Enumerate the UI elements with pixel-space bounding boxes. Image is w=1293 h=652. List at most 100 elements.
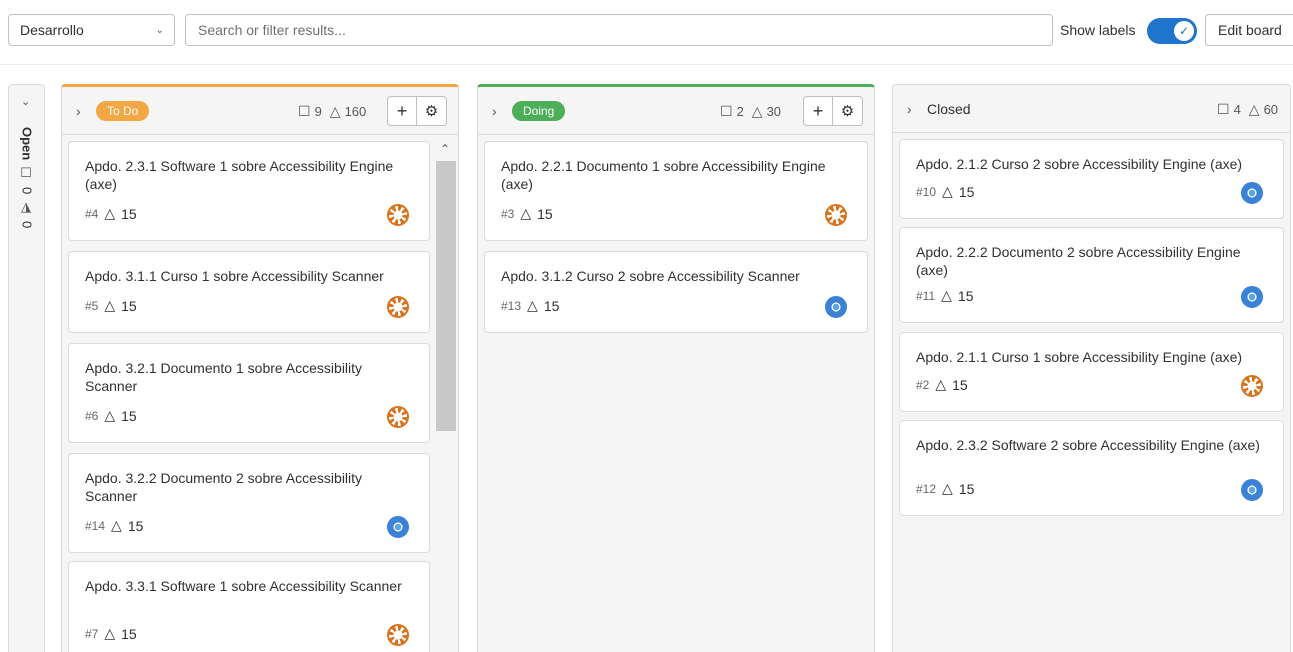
search-filter-bar[interactable] [185,14,1053,46]
issue-card[interactable]: Apdo. 2.1.1 Curso 1 sobre Accessibility … [899,332,1284,412]
issue-weight: 15 [127,517,144,534]
issue-meta: #14 △ 15 [85,517,143,534]
weight-count: 60 [1263,102,1279,117]
issue-card[interactable]: Apdo. 3.1.2 Curso 2 sobre Accessibility … [484,251,868,333]
weight-icon: △ [104,205,116,221]
issue-card[interactable]: Apdo. 3.2.2 Documento 2 sobre Accessibil… [68,453,430,553]
list-scrollbar[interactable]: ⌃ [434,139,456,435]
weight-icon: △ [104,297,116,313]
list-settings-button[interactable]: ⚙ [833,96,863,126]
issue-number: #13 [501,298,522,313]
list-label-badge[interactable]: To Do [96,100,150,121]
issue-number: #5 [85,298,99,313]
list-title: Open [19,127,35,161]
issue-title[interactable]: Apdo. 2.2.2 Documento 2 sobre Accessibil… [916,243,1267,279]
issue-card[interactable]: Apdo. 2.2.1 Documento 1 sobre Accessibil… [484,141,868,241]
avatar[interactable] [387,624,409,646]
edit-board-button[interactable]: Edit board [1205,14,1293,46]
list-title: Closed [927,100,971,117]
issue-title[interactable]: Apdo. 3.1.1 Curso 1 sobre Accessibility … [85,267,413,285]
list-counts: ☐ 9 △ 160 [298,103,366,120]
weight-count: 160 [344,104,367,119]
issue-title[interactable]: Apdo. 2.2.1 Documento 1 sobre Accessibil… [501,157,851,193]
issue-weight: 15 [543,297,560,314]
scrollbar-thumb[interactable] [436,161,456,431]
issue-title[interactable]: Apdo. 3.3.1 Software 1 sobre Accessibili… [85,577,413,595]
add-issue-button[interactable]: + [387,96,417,126]
board-switcher-dropdown[interactable]: Desarrollo ⌄ [8,14,175,46]
issue-title[interactable]: Apdo. 2.1.1 Curso 1 sobre Accessibility … [916,348,1267,366]
issue-card[interactable]: Apdo. 3.1.1 Curso 1 sobre Accessibility … [68,251,430,333]
chevron-right-icon[interactable]: › [76,103,96,119]
avatar[interactable] [1241,479,1263,501]
chevron-right-icon[interactable]: › [492,103,512,119]
list-doing: › Doing ☐ 2 △ 30 + ⚙ Apdo. 2.2.1 Documen… [477,84,875,652]
search-input[interactable] [198,22,1040,38]
issue-number: #2 [916,377,930,392]
chevron-right-icon[interactable]: › [907,101,927,117]
list-closed: › Closed ☐ 4 △ 60 Apdo. 2.1.2 Curso 2 so… [892,84,1291,652]
weight-icon: △ [941,287,952,303]
list-counts: ☐ 4 △ 60 [1217,101,1278,118]
issue-number: #14 [85,518,106,533]
avatar[interactable] [1241,286,1263,308]
issue-title[interactable]: Apdo. 2.3.2 Software 2 sobre Accessibili… [916,436,1267,454]
board-name: Desarrollo [20,22,84,38]
plus-icon: + [812,100,824,121]
show-labels-toggle[interactable]: ✓ [1147,18,1197,44]
list-header: › Closed ☐ 4 △ 60 [893,85,1290,133]
gear-icon: ⚙ [424,103,439,120]
issue-title[interactable]: Apdo. 3.2.1 Documento 1 sobre Accessibil… [85,359,413,395]
weight-icon: △ [527,297,538,313]
avatar[interactable] [387,296,409,318]
issue-meta: #7 △ 15 [85,625,137,642]
issue-weight: 15 [121,205,137,222]
issues-icon: ☐ [720,103,733,119]
add-issue-button[interactable]: + [803,96,833,126]
issue-card[interactable]: Apdo. 2.1.2 Curso 2 sobre Accessibility … [899,139,1284,219]
issue-card[interactable]: Apdo. 3.2.1 Documento 1 sobre Accessibil… [68,343,430,443]
issue-count: 0 [19,187,35,195]
gear-icon: ⚙ [840,103,855,120]
issue-meta: #11 △ 15 [916,287,974,304]
issue-title[interactable]: Apdo. 3.2.2 Documento 2 sobre Accessibil… [85,469,413,505]
chevron-down-icon[interactable]: ⌄ [21,95,30,108]
issue-title[interactable]: Apdo. 2.1.2 Curso 2 sobre Accessibility … [916,155,1267,173]
issue-card[interactable]: Apdo. 2.3.1 Software 1 sobre Accessibili… [68,141,430,241]
list-header: › To Do ☐ 9 △ 160 + ⚙ [62,87,458,135]
list-settings-button[interactable]: ⚙ [417,96,447,126]
issue-number: #4 [85,206,99,221]
issue-weight: 15 [121,625,137,642]
collapsed-list-open[interactable]: ⌄ Open ☐ 0 ◮ 0 [8,84,45,652]
avatar[interactable] [387,204,409,226]
avatar[interactable] [387,516,409,538]
check-icon: ✓ [1174,21,1194,41]
issue-card[interactable]: Apdo. 2.3.2 Software 2 sobre Accessibili… [899,420,1284,516]
issue-meta: #13 △ 15 [501,297,559,314]
issue-count: 9 [314,104,322,119]
list-counts: ☐ 2 △ 30 [720,103,781,120]
issue-meta: #4 △ 15 [85,205,137,222]
issues-icon: ☐ [19,166,35,182]
board-toolbar: Desarrollo ⌄ Show labels ✓ Edit board [0,0,1293,64]
avatar[interactable] [387,406,409,428]
weight-icon: △ [520,205,532,221]
issue-title[interactable]: Apdo. 3.1.2 Curso 2 sobre Accessibility … [501,267,851,285]
issue-title[interactable]: Apdo. 2.3.1 Software 1 sobre Accessibili… [85,157,413,193]
weight-icon: △ [751,103,763,119]
issue-count: 2 [736,104,744,119]
avatar[interactable] [1241,375,1263,397]
issue-meta: #12 △ 15 [916,480,974,497]
avatar[interactable] [825,296,847,318]
collapsed-list-info: Open ☐ 0 ◮ 0 [15,127,39,229]
chevron-up-icon[interactable]: ⌃ [434,139,456,159]
show-labels-label: Show labels [1060,22,1136,38]
weight-icon: ◮ [19,200,35,216]
issue-meta: #10 △ 15 [916,183,974,200]
avatar[interactable] [825,204,847,226]
issue-number: #10 [916,184,937,199]
avatar[interactable] [1241,182,1263,204]
issue-card[interactable]: Apdo. 2.2.2 Documento 2 sobre Accessibil… [899,227,1284,323]
list-label-badge[interactable]: Doing [512,100,566,121]
issue-card[interactable]: Apdo. 3.3.1 Software 1 sobre Accessibili… [68,561,430,652]
